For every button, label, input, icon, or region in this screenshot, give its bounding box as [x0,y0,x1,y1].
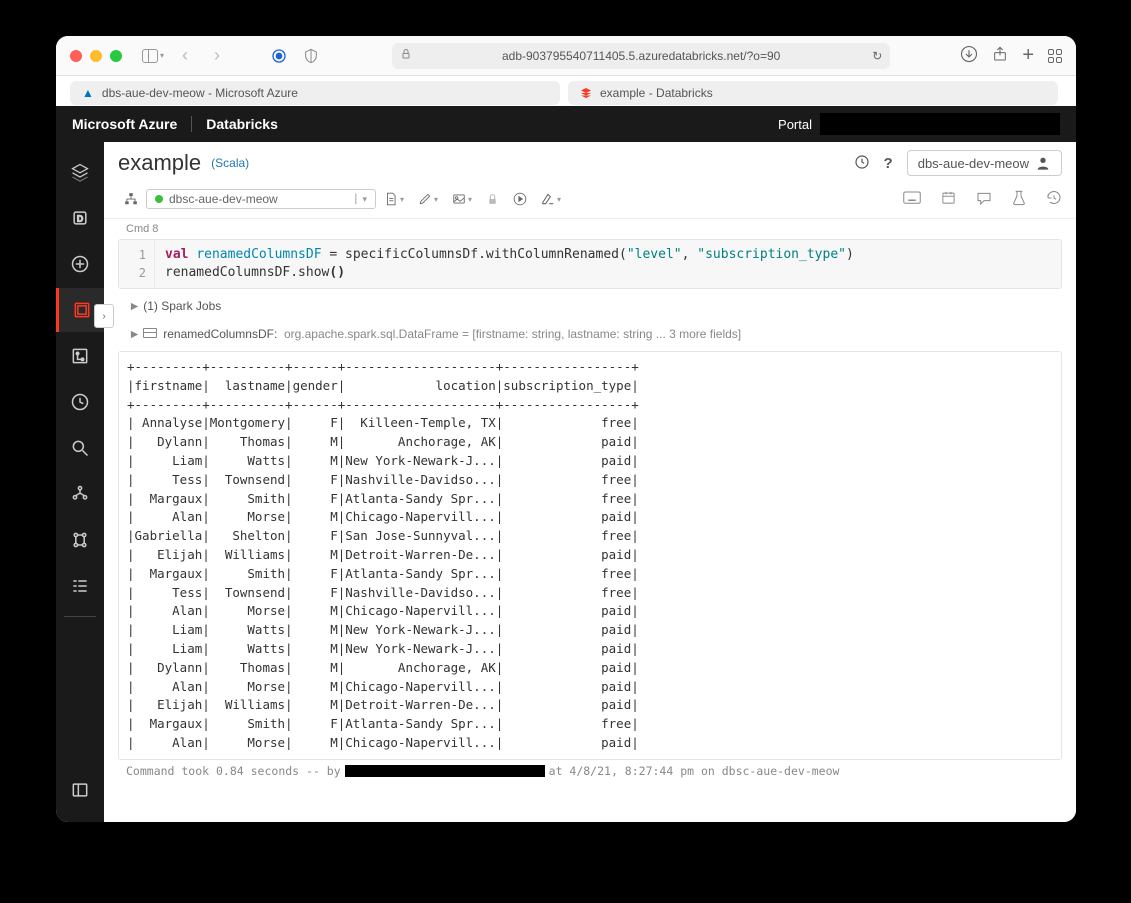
rail-data-icon[interactable] [56,472,104,516]
schedule-button[interactable] [941,190,956,208]
browser-tab-databricks[interactable]: example - Databricks [568,81,1058,105]
rail-left-panel-icon[interactable] [56,768,104,812]
browser-right-controls: + [960,44,1062,67]
browser-window: ▾ ‹ › adb-903795540711405.5.azuredatabri… [56,36,1076,822]
refresh-icon[interactable]: ↻ [872,49,882,63]
cluster-name: dbs-aue-dev-meow [918,156,1029,171]
comments-button[interactable] [976,191,992,208]
browser-toolbar: ▾ ‹ › adb-903795540711405.5.azuredatabri… [56,36,1076,76]
rail-search-icon[interactable] [56,426,104,470]
edit-menu-button[interactable]: ▾ [412,188,444,210]
back-button[interactable]: ‹ [174,45,196,66]
cluster-status-dot [155,195,163,203]
browser-tab-azure[interactable]: ▲ dbs-aue-dev-meow - Microsoft Azure [70,81,560,105]
rail-repos-icon[interactable] [56,334,104,378]
brand-databricks: Databricks [191,116,278,132]
attached-cluster-name: dbsc-aue-dev-meow [169,192,278,206]
left-rail: D › [56,142,104,822]
rail-create-icon[interactable] [56,242,104,286]
app-body: D › example (Scala) ? dbs-aue-de [56,142,1076,822]
code-editor[interactable]: val renamedColumnsDF = specificColumnsDf… [155,240,1061,288]
table-output: +---------+----------+------+-----------… [119,356,1061,755]
notebook-toolbar: dbsc-aue-dev-meow ▏▾ ▾ ▾ ▾ ▾ [104,184,1076,219]
maximize-window-button[interactable] [110,50,122,62]
tab-title: dbs-aue-dev-meow - Microsoft Azure [102,86,298,100]
permissions-button[interactable] [480,189,505,210]
tab-overview-icon[interactable] [1048,49,1062,63]
output-box: +---------+----------+------+-----------… [118,351,1062,760]
new-tab-icon[interactable]: + [1022,44,1034,67]
cmd-label: Cmd 8 [118,219,1062,239]
rail-compute-icon[interactable] [56,518,104,562]
command-footer: Command took 0.84 seconds -- by at 4/8/2… [118,760,1062,782]
rail-home-icon[interactable]: D [56,196,104,240]
rail-divider [64,616,96,617]
notebook-header: example (Scala) ? dbs-aue-dev-meow [104,142,1076,184]
url-bar[interactable]: adb-903795540711405.5.azuredatabricks.ne… [392,43,890,69]
downloads-icon[interactable] [960,45,978,66]
databricks-icon [580,87,592,99]
svg-text:D: D [77,213,83,223]
close-window-button[interactable] [70,50,82,62]
keyboard-icon[interactable] [903,191,921,208]
line-gutter: 12 [119,240,155,288]
notebook-language[interactable]: (Scala) [211,156,249,170]
revision-history-button[interactable] [1046,190,1062,209]
forward-button[interactable]: › [206,45,228,66]
rail-workflows-icon[interactable] [56,564,104,608]
run-all-button[interactable] [507,188,533,210]
help-icon[interactable]: ? [884,155,893,172]
schedule-icon[interactable] [854,154,870,173]
notebook-title[interactable]: example [118,150,201,176]
rail-databricks-icon[interactable] [56,150,104,194]
window-controls [70,50,122,62]
user-icon [1035,155,1051,171]
hierarchy-icon[interactable] [118,188,144,210]
portal-link[interactable]: Portal [778,117,812,132]
table-icon [143,328,157,338]
onepassword-icon[interactable] [268,47,290,64]
dataframe-info-toggle[interactable]: ▶renamedColumnsDF: org.apache.spark.sql.… [118,317,1062,345]
redacted-author [345,765,545,777]
view-menu-button[interactable]: ▾ [446,188,478,210]
experiment-button[interactable] [1012,190,1026,209]
code-cell[interactable]: 12 val renamedColumnsDF = specificColumn… [118,239,1062,289]
rail-recents-icon[interactable] [56,380,104,424]
shield-icon[interactable] [300,47,322,64]
browser-tabs: ▲ dbs-aue-dev-meow - Microsoft Azure exa… [56,76,1076,106]
clear-menu-button[interactable]: ▾ [535,188,567,210]
brand-azure: Microsoft Azure [72,116,191,132]
file-menu-button[interactable]: ▾ [378,188,410,210]
azure-icon: ▲ [82,86,94,100]
chevron-down-icon: ▏▾ [356,194,367,205]
share-icon[interactable] [992,46,1008,65]
url-text: adb-903795540711405.5.azuredatabricks.ne… [502,49,780,63]
spark-jobs-toggle[interactable]: ▶(1) Spark Jobs [118,289,1062,317]
app-header: Microsoft Azure Databricks Portal [56,106,1076,142]
attached-cluster-dropdown[interactable]: dbsc-aue-dev-meow ▏▾ [146,189,376,209]
sidebar-toggle-button[interactable]: ▾ [142,49,164,63]
minimize-window-button[interactable] [90,50,102,62]
redacted-user-menu[interactable] [820,113,1060,135]
rail-expand-button[interactable]: › [94,304,114,328]
lock-icon [400,48,412,63]
notebook-content: example (Scala) ? dbs-aue-dev-meow [104,142,1076,822]
tab-title: example - Databricks [600,86,713,100]
notebook-cells: Cmd 8 12 val renamedColumnsDF = specific… [104,219,1076,822]
cluster-pill[interactable]: dbs-aue-dev-meow [907,150,1062,176]
